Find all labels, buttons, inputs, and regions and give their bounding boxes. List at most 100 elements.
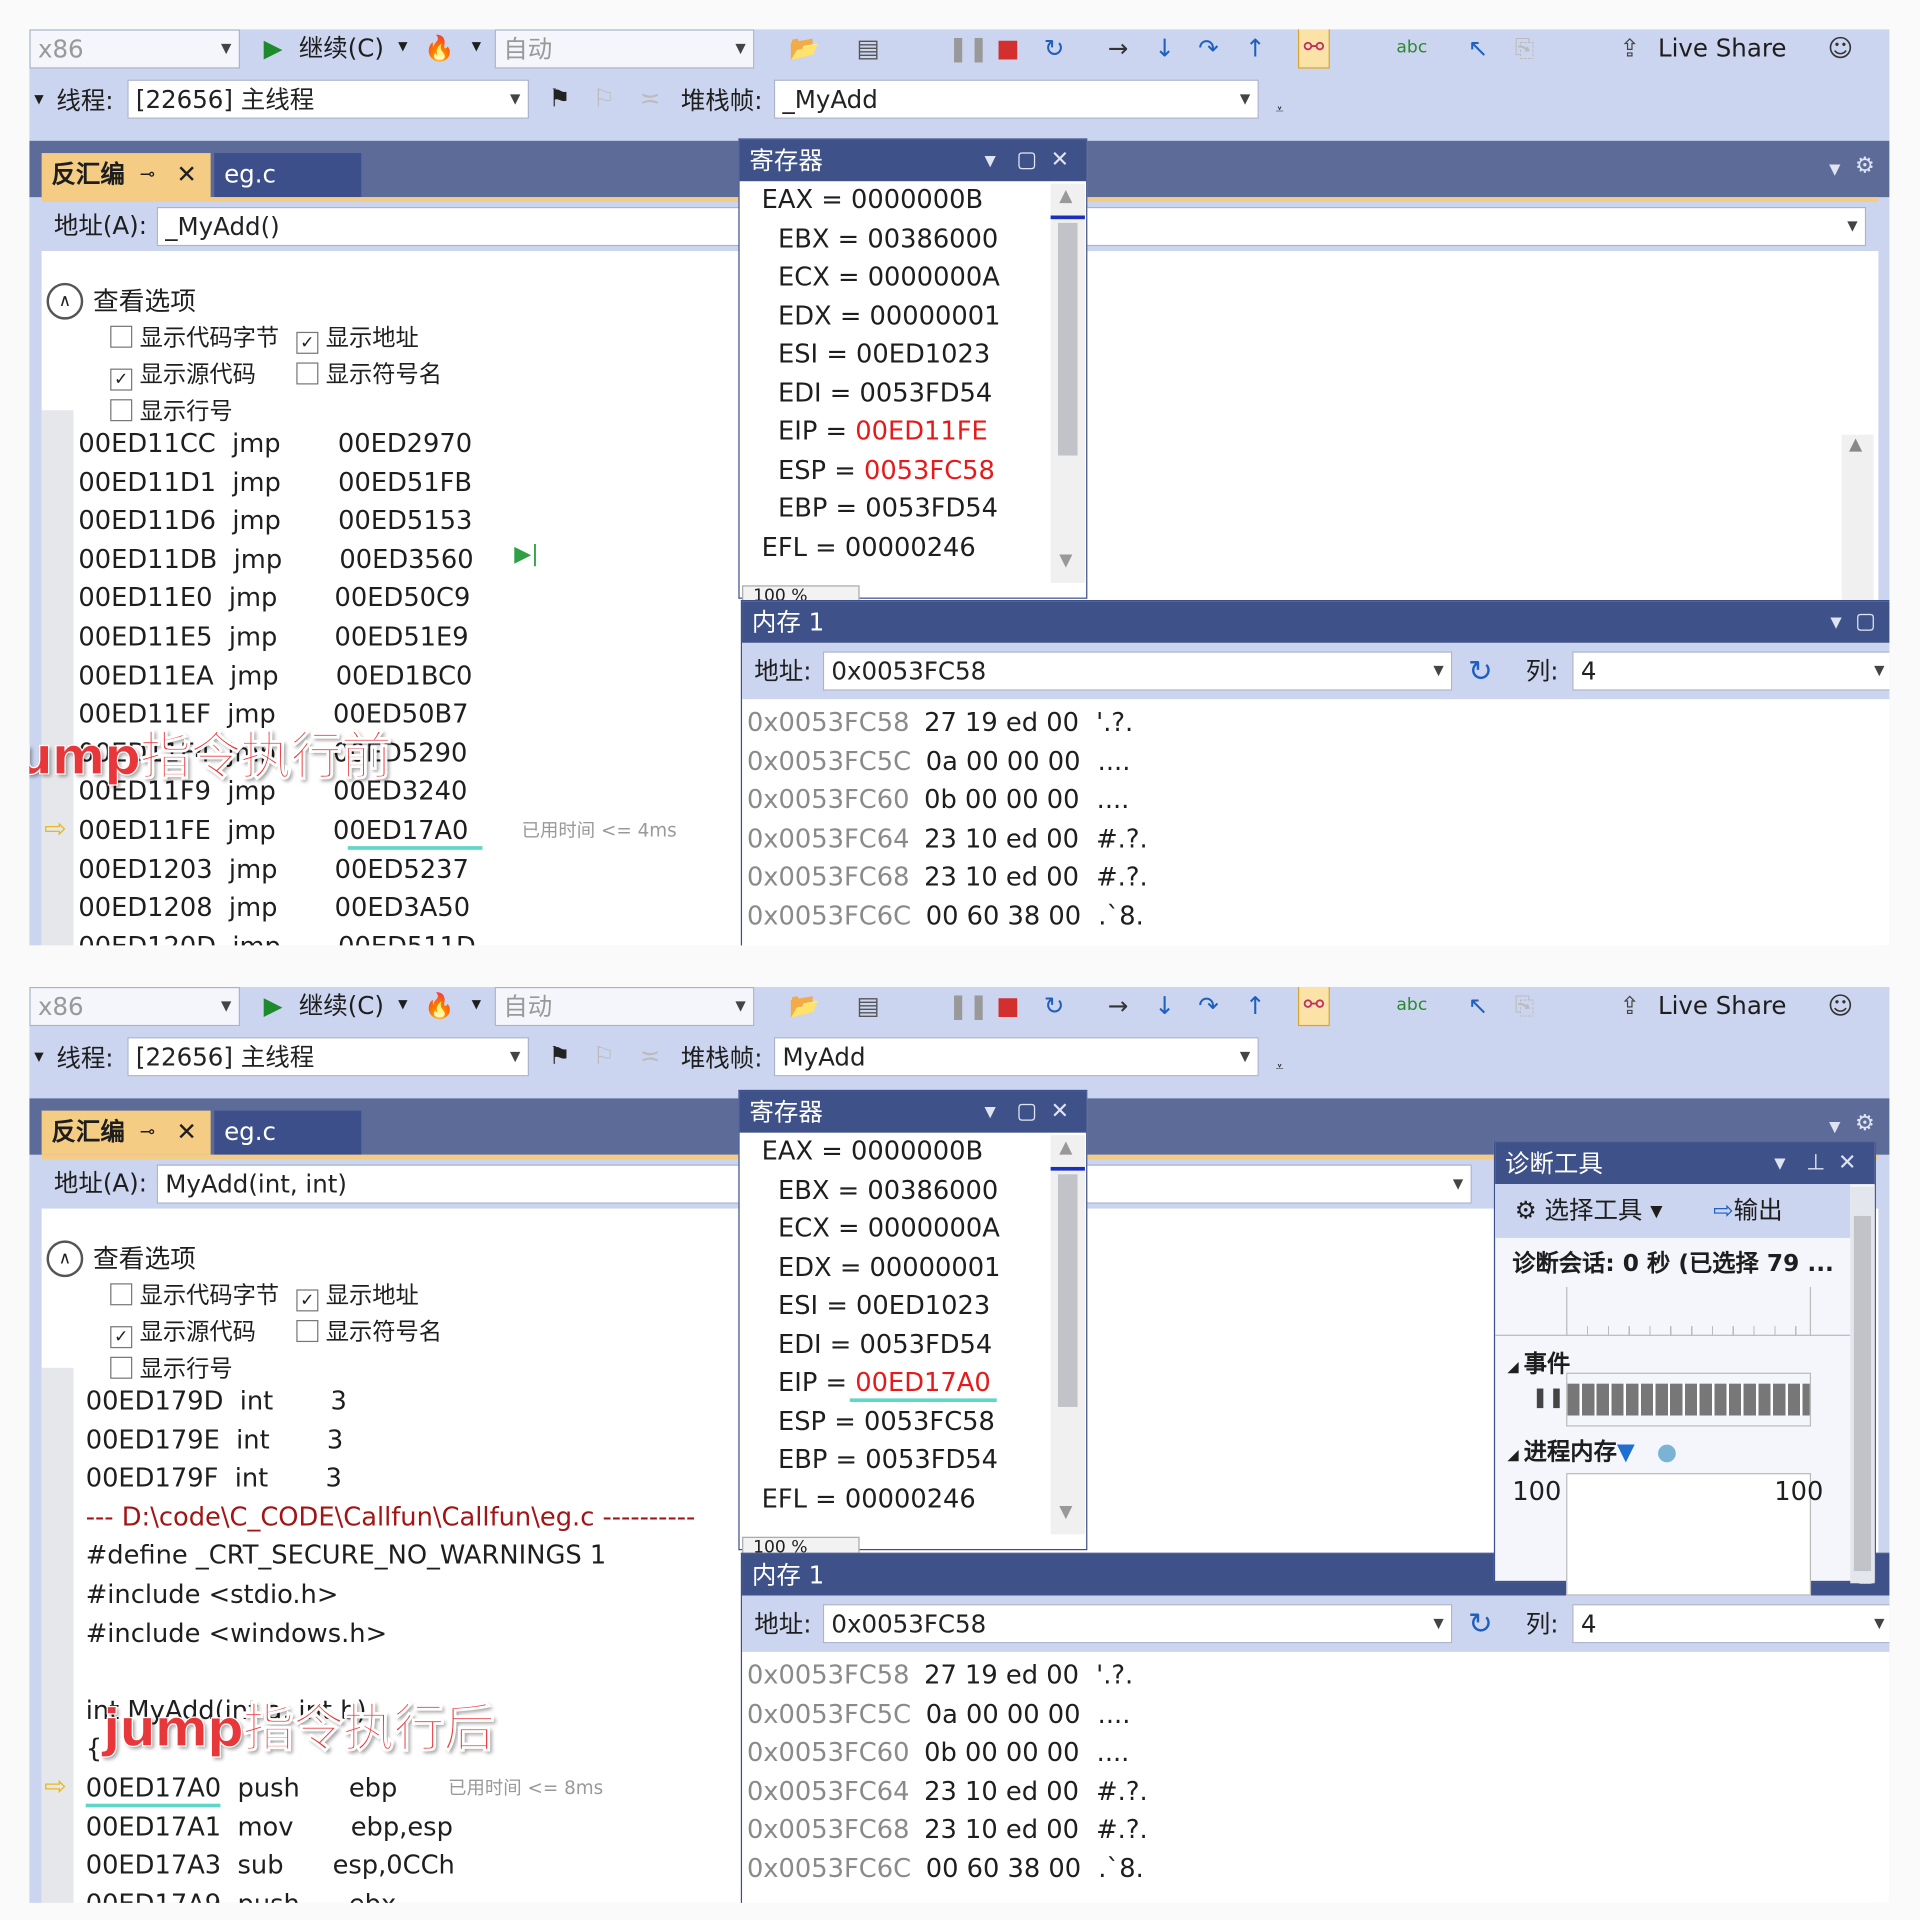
chevron-down-icon[interactable]: ▼: [387, 29, 419, 66]
copy-icon[interactable]: ⎘: [1509, 987, 1541, 1024]
tab-disassembly[interactable]: 反汇编 ⊸ ✕: [41, 153, 211, 198]
overflow-icon[interactable]: ⩡: [1264, 91, 1296, 128]
live-share-button[interactable]: Live Share: [1658, 987, 1786, 1024]
auto-dropdown[interactable]: 自动 ▼: [494, 986, 755, 1027]
close-icon[interactable]: ✕: [1838, 1142, 1856, 1184]
stop-icon[interactable]: ■: [992, 29, 1024, 66]
refresh-icon[interactable]: ↻: [1465, 653, 1497, 690]
chevron-down-icon[interactable]: ▼: [1830, 601, 1841, 643]
scroll-thumb[interactable]: [1057, 222, 1078, 456]
threads-icon[interactable]: ≍: [634, 1037, 666, 1074]
maximize-icon[interactable]: ▢: [1016, 1091, 1037, 1133]
threads-icon[interactable]: ≍: [634, 80, 666, 117]
play-icon[interactable]: ▶: [257, 987, 289, 1024]
hex-display-icon[interactable]: ⚯: [1297, 29, 1330, 69]
process-memory-section[interactable]: ◢ 进程内存▼ ●: [1507, 1434, 1677, 1473]
events-section[interactable]: ◢ 事件: [1507, 1346, 1570, 1385]
account-icon[interactable]: ☺: [1825, 29, 1857, 66]
live-share-icon[interactable]: ⇪: [1614, 987, 1646, 1024]
maximize-icon[interactable]: ▢: [1855, 601, 1876, 643]
checkbox-1[interactable]: 显示代码字节: [110, 320, 279, 357]
vertical-scrollbar[interactable]: [1850, 1186, 1875, 1584]
checkbox-3[interactable]: ✓ 显示源代码: [110, 356, 256, 393]
step-out-icon[interactable]: ↑: [1239, 29, 1271, 66]
auto-dropdown[interactable]: 自动 ▼: [494, 29, 755, 69]
flag-all-icon[interactable]: ⚐: [588, 1037, 620, 1074]
scroll-up-icon[interactable]: ▲: [1059, 186, 1072, 206]
window-home-icon[interactable]: ▤: [852, 987, 884, 1024]
stack-frame-dropdown[interactable]: _MyAdd ▼: [773, 79, 1259, 119]
vertical-scrollbar[interactable]: ▲ ▼: [1050, 1135, 1085, 1535]
checkbox-icon[interactable]: ✓: [110, 368, 133, 391]
live-share-button[interactable]: Live Share: [1658, 29, 1786, 66]
platform-dropdown[interactable]: x86 ▼: [29, 986, 241, 1027]
find-folder-icon[interactable]: 📂: [789, 987, 821, 1024]
overflow-icon[interactable]: ⩡: [1264, 1048, 1296, 1085]
collapse-chevron-icon[interactable]: ∧: [46, 282, 84, 320]
checkbox-icon[interactable]: [110, 399, 133, 422]
copy-icon[interactable]: ⎘: [1509, 29, 1541, 66]
window-home-icon[interactable]: ▤: [852, 29, 884, 66]
scroll-down-icon[interactable]: ▼: [1059, 1502, 1072, 1522]
platform-dropdown[interactable]: x86 ▼: [29, 29, 241, 69]
restart-icon[interactable]: ↻: [1038, 29, 1070, 66]
step-over-icon[interactable]: ↷: [1193, 987, 1225, 1024]
show-next-statement-icon[interactable]: →: [1102, 987, 1134, 1024]
chevron-down-icon[interactable]: ▼: [1829, 1118, 1840, 1135]
checkbox-1[interactable]: 显示代码字节: [110, 1277, 279, 1314]
checkbox-icon[interactable]: [110, 325, 133, 348]
tab-eg-c[interactable]: eg.c: [214, 153, 362, 198]
find-folder-icon[interactable]: 📂: [789, 29, 821, 66]
chevron-down-icon[interactable]: ▼: [984, 1091, 995, 1133]
hex-display-icon[interactable]: ⚯: [1297, 986, 1330, 1027]
scroll-up-icon[interactable]: ▲: [1059, 1138, 1072, 1158]
close-icon[interactable]: ✕: [176, 1111, 197, 1153]
pin-icon[interactable]: ⊥: [1806, 1142, 1825, 1184]
tab-eg-c[interactable]: eg.c: [214, 1110, 362, 1155]
close-icon[interactable]: ✕: [176, 153, 197, 195]
flag-all-icon[interactable]: ⚐: [588, 80, 620, 117]
chevron-down-icon[interactable]: ▼: [1829, 160, 1840, 177]
pointer-icon[interactable]: ↖: [1462, 29, 1494, 66]
close-icon[interactable]: ✕: [1051, 140, 1069, 182]
checkbox-3[interactable]: ✓ 显示源代码: [110, 1314, 256, 1351]
scroll-down-icon[interactable]: ▼: [1059, 551, 1072, 571]
pause-icon[interactable]: ❚❚: [948, 29, 989, 66]
checkbox-4[interactable]: 显示符号名: [296, 1314, 442, 1351]
checkbox-2[interactable]: ✓ 显示地址: [296, 1277, 419, 1314]
checkbox-2[interactable]: ✓ 显示地址: [296, 320, 419, 357]
chevron-down-icon[interactable]: ▼: [984, 140, 995, 182]
gear-icon[interactable]: ⚙: [1855, 153, 1875, 179]
memory-address-input[interactable]: 0x0053FC58 ▼: [822, 651, 1453, 691]
checkbox-icon[interactable]: ✓: [296, 331, 319, 354]
pin-icon[interactable]: ⊸: [140, 153, 155, 195]
show-next-statement-icon[interactable]: →: [1102, 29, 1134, 66]
collapse-chevron-icon[interactable]: ∧: [46, 1240, 84, 1278]
checkbox-icon[interactable]: [296, 362, 319, 385]
output-button[interactable]: ⇨输出: [1713, 1191, 1783, 1228]
pin-icon[interactable]: ⊸: [140, 1111, 155, 1153]
checkbox-4[interactable]: 显示符号名: [296, 356, 442, 393]
checkbox-icon[interactable]: [110, 1283, 133, 1306]
spell-check-icon[interactable]: abc: [1396, 987, 1428, 1024]
chevron-down-icon[interactable]: ▼: [460, 987, 492, 1024]
continue-button[interactable]: 继续(C): [299, 987, 384, 1024]
memory-address-input[interactable]: 0x0053FC58 ▼: [822, 1604, 1453, 1644]
refresh-icon[interactable]: ↻: [1465, 1605, 1497, 1642]
columns-dropdown[interactable]: 4 ▼: [1572, 1604, 1890, 1644]
step-out-icon[interactable]: ↑: [1239, 987, 1271, 1024]
step-into-icon[interactable]: ↓: [1149, 29, 1181, 66]
hot-reload-icon[interactable]: 🔥: [424, 987, 456, 1024]
account-icon[interactable]: ☺: [1825, 987, 1857, 1024]
stop-icon[interactable]: ■: [992, 987, 1024, 1024]
close-icon[interactable]: ✕: [1051, 1091, 1069, 1133]
select-tools-button[interactable]: ⚙ 选择工具 ▾: [1515, 1191, 1663, 1228]
thread-dropdown[interactable]: [22656] 主线程 ▼: [127, 79, 529, 119]
play-icon[interactable]: ▶: [257, 29, 289, 66]
scroll-thumb[interactable]: [1057, 1174, 1078, 1407]
live-share-icon[interactable]: ⇪: [1614, 29, 1646, 66]
checkbox-icon[interactable]: [110, 1356, 133, 1379]
spell-check-icon[interactable]: abc: [1396, 29, 1428, 66]
pause-icon[interactable]: ❚❚: [1532, 1385, 1565, 1408]
chevron-down-icon[interactable]: ▼: [460, 29, 492, 66]
